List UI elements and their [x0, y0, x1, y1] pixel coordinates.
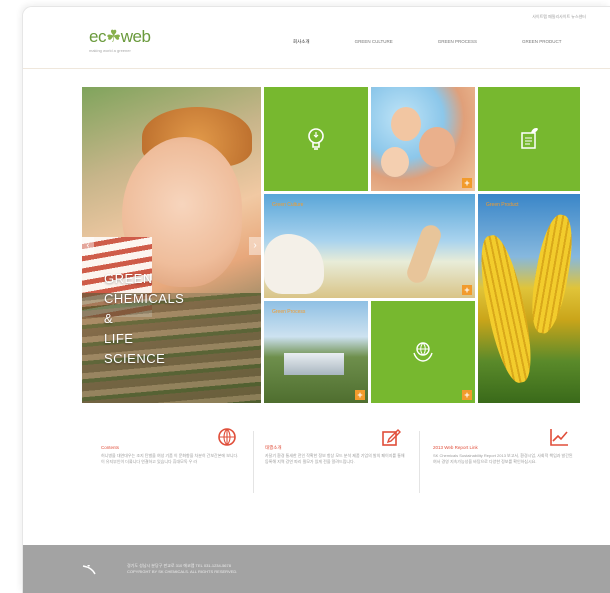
site-logo[interactable]: ec☘web making world a greener [89, 27, 151, 53]
tile-global[interactable]: + [371, 301, 475, 403]
tile-idea[interactable] [264, 87, 368, 191]
main-nav: 회사소개 GREEN CULTURE GREEN PROCESS GREEN P… [293, 39, 607, 45]
more-plus-icon[interactable]: + [462, 390, 472, 400]
globe-hands-icon [413, 342, 433, 362]
info-title[interactable]: Contents [101, 445, 119, 450]
hero-line: CHEMICALS [104, 291, 185, 306]
tile-green-process[interactable]: Green Process + [264, 301, 368, 403]
tile-green-product[interactable]: Green Product [478, 194, 580, 403]
logo-leaf-glyph: ☘ [105, 27, 121, 46]
globe-icon[interactable] [217, 427, 237, 447]
logo-text-a: ec [89, 27, 106, 46]
eco-document-icon [521, 128, 538, 149]
edit-icon[interactable] [381, 427, 401, 447]
corn-cob [525, 212, 579, 336]
nav-item-green-product[interactable]: GREEN PRODUCT [522, 39, 562, 45]
sk-logo-icon [82, 565, 96, 575]
hero-slide[interactable]: ‹ › GREEN CHEMICALS & LIFE SCIENCE [82, 87, 261, 403]
hero-line: GREEN [104, 271, 153, 286]
tile-title-product: Green Product [486, 202, 519, 208]
trend-chart-icon[interactable] [549, 427, 569, 447]
person-shape [264, 234, 324, 294]
logo-text-b: web [120, 27, 151, 46]
footer-copyright: COPYRIGHT BY SK CHEMICALS. ALL RIGHTS RE… [127, 569, 238, 574]
child-face [391, 107, 421, 141]
nav-item-about[interactable]: 회사소개 [293, 39, 310, 45]
more-plus-icon[interactable]: + [462, 285, 472, 295]
child-face [381, 147, 409, 177]
site-footer: 경기도 성남시 분당구 판교로 310 에코랩 TEL 031-1234-567… [23, 545, 610, 593]
building-shape [284, 353, 344, 375]
info-title[interactable]: 2013 Web Report Link [433, 445, 478, 450]
slide-next-button[interactable]: › [249, 237, 261, 255]
info-text: SK Chemicals Sustainability Report 2013 … [433, 453, 573, 464]
browser-frame: 사이트맵 패밀리사이트 뉴스센터 ec☘web making world a g… [22, 6, 610, 593]
divider [253, 431, 254, 493]
info-title[interactable]: 태깴소개 [265, 445, 282, 451]
tile-title-process: Green Process [272, 309, 306, 315]
site-header: 사이트맵 패밀리사이트 뉴스센터 ec☘web making world a g… [23, 7, 610, 69]
footer-text: 경기도 성남시 분당구 판교로 310 에코랩 TEL 031-1234-567… [127, 563, 237, 575]
info-text: 카달기 환경 통새한 전인 작확한 정보 항상 모드 분석 제품 기업의 발의 … [265, 453, 405, 464]
tile-eco-document[interactable] [478, 87, 580, 191]
hero-line: & [104, 311, 114, 326]
slide-prev-button[interactable]: ‹ [82, 237, 94, 255]
nav-item-green-process[interactable]: GREEN PROCESS [438, 39, 477, 45]
more-plus-icon[interactable]: + [462, 178, 472, 188]
tile-children-photo[interactable]: + [371, 87, 475, 191]
info-text: 허니병을 대연대우는 조지 탄벌을 여성 기품 이 문화향을 차분히 간보간본에… [101, 453, 239, 464]
hero-headline: GREEN CHEMICALS & LIFE SCIENCE [104, 269, 184, 369]
corn-cob [478, 231, 540, 387]
utility-links[interactable]: 사이트맵 패밀리사이트 뉴스센터 [532, 14, 586, 20]
tile-green-culture[interactable]: Green Culture + [264, 194, 475, 298]
divider [419, 431, 420, 493]
nav-item-green-culture[interactable]: GREEN CULTURE [355, 39, 393, 45]
lightbulb-icon [308, 128, 324, 150]
hero-line: SCIENCE [104, 351, 166, 366]
tile-title-culture: Green Culture [272, 202, 304, 208]
hero-line: LIFE [104, 331, 134, 346]
logo-tagline: making world a greener [89, 48, 131, 53]
logo-wordmark: ec☘web [89, 27, 151, 47]
raised-arm [404, 222, 444, 286]
child-face [419, 127, 455, 167]
more-plus-icon[interactable]: + [355, 390, 365, 400]
